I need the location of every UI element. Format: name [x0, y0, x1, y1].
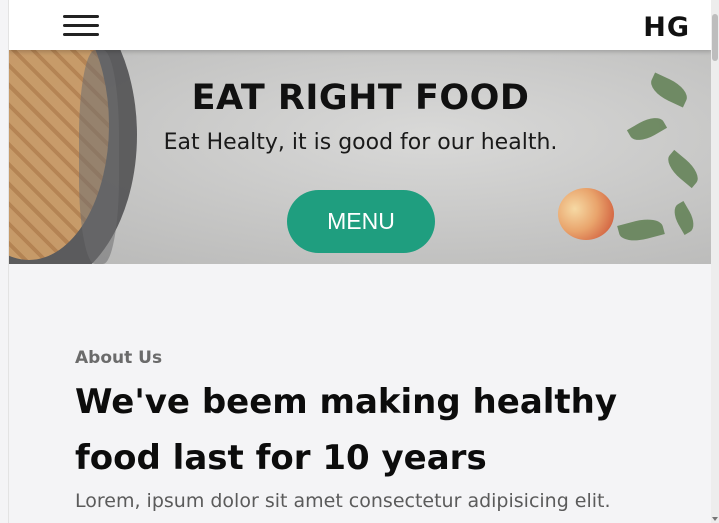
apple-image — [558, 188, 614, 240]
top-navbar: HG — [9, 0, 711, 50]
hero-title: EAT RIGHT FOOD — [191, 78, 530, 118]
scrollbar-thumb[interactable] — [712, 14, 718, 61]
menu-button[interactable]: MENU — [287, 190, 435, 253]
leaf-image — [662, 149, 704, 189]
page: HG EAT RIGHT FOOD Eat Healty, it is good… — [8, 0, 711, 523]
leaf-image — [669, 201, 699, 235]
hero-banner: EAT RIGHT FOOD Eat Healty, it is good fo… — [9, 50, 711, 264]
about-heading: We've beem making healthy food last for … — [75, 382, 618, 478]
scroll-down-arrow-icon[interactable] — [712, 517, 718, 521]
vertical-scrollbar[interactable] — [711, 0, 719, 523]
hero-subtitle: Eat Healty, it is good for our health. — [163, 130, 558, 155]
about-eyebrow: About Us — [75, 348, 163, 368]
about-body: Lorem, ipsum dolor sit amet consectetur … — [75, 490, 611, 512]
hamburger-line — [63, 24, 99, 27]
hamburger-line — [63, 15, 99, 18]
hamburger-icon[interactable] — [63, 15, 99, 41]
leaf-image — [617, 214, 665, 246]
hamburger-line — [63, 33, 99, 36]
site-logo[interactable]: HG — [643, 12, 690, 43]
